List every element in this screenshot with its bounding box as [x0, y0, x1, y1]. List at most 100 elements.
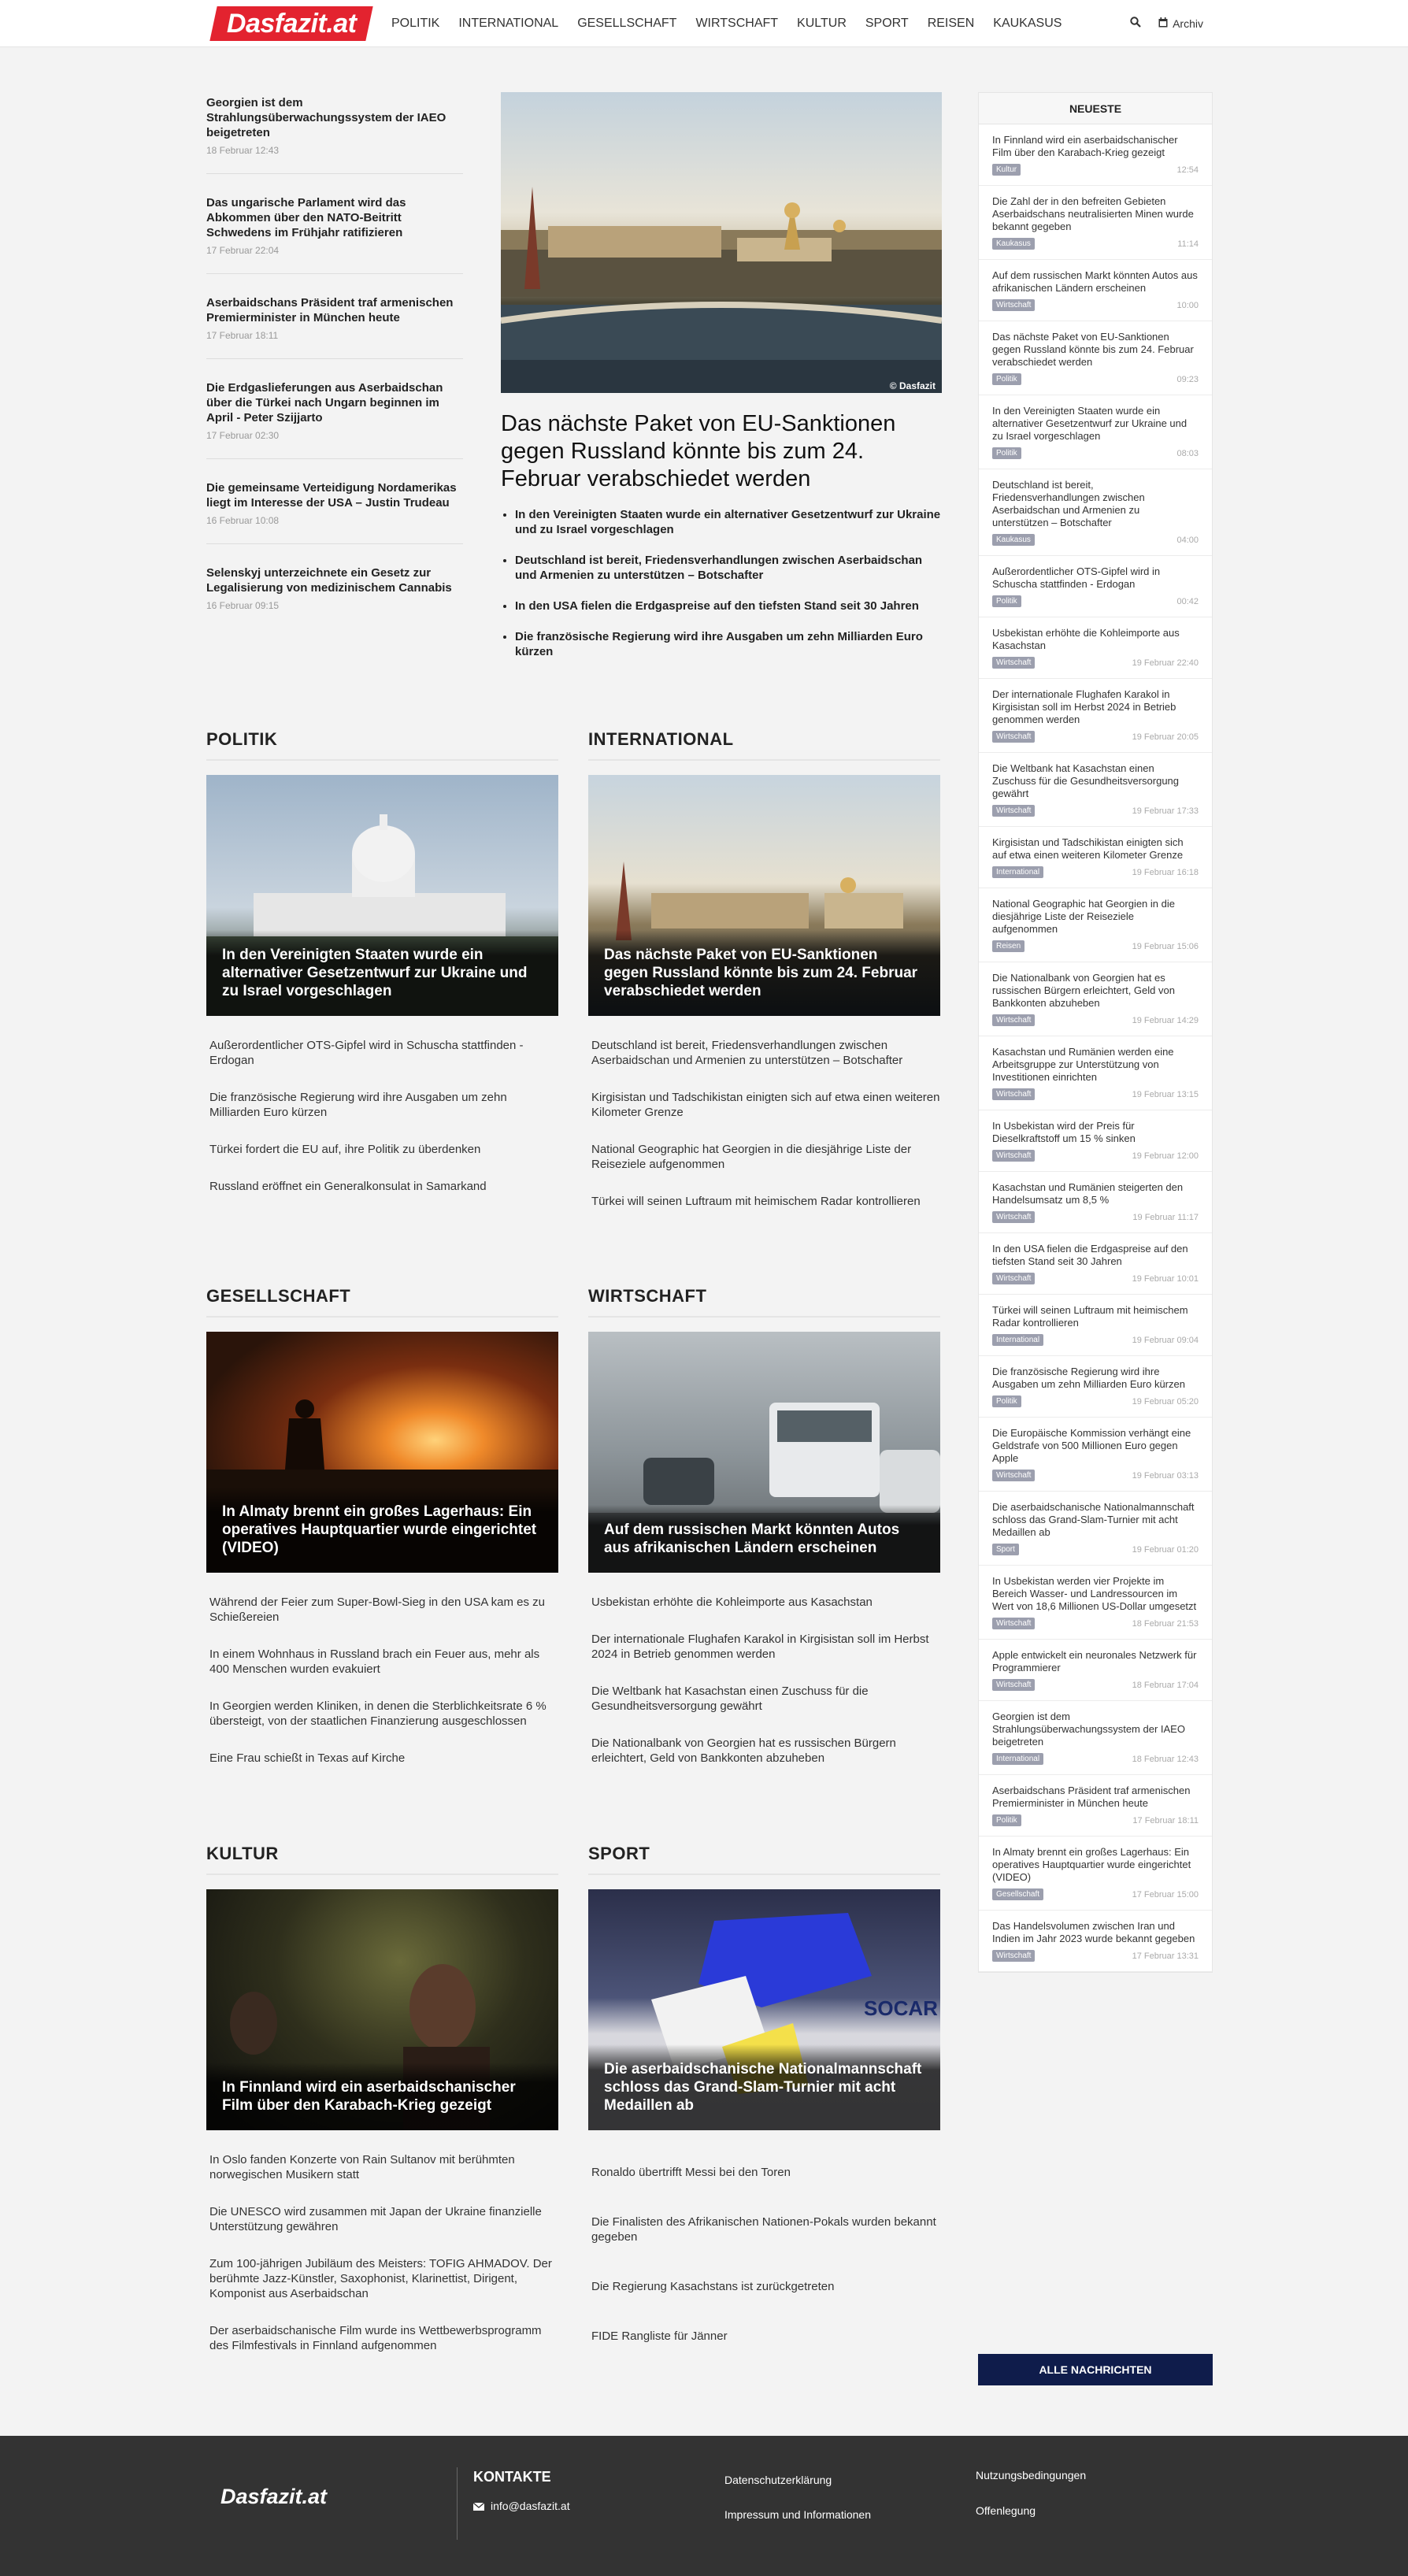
category-badge[interactable]: Wirtschaft [992, 805, 1036, 817]
list-item[interactable]: Die Erdgaslieferungen aus Aserbaidschan … [206, 376, 463, 459]
sidebar-news-item[interactable]: Die aserbaidschanische Nationalmannschaf… [979, 1492, 1212, 1566]
category-badge[interactable]: Wirtschaft [992, 1273, 1036, 1284]
category-badge[interactable]: Reisen [992, 940, 1025, 952]
list-item[interactable]: Georgien ist dem Strahlungsüberwachungss… [206, 91, 463, 174]
sidebar-news-title[interactable]: In Usbekistan wird der Preis für Dieselk… [992, 1120, 1199, 1145]
sidebar-news-item[interactable]: Die Nationalbank von Georgien hat es rus… [979, 962, 1212, 1036]
category-headline[interactable]: Die aserbaidschanische Nationalmannschaf… [604, 2060, 924, 2115]
sidebar-news-title[interactable]: Apple entwickelt ein neuronales Netzwerk… [992, 1649, 1199, 1674]
category-badge[interactable]: International [992, 1753, 1044, 1765]
category-image[interactable]: Das nächste Paket von EU-Sanktionen gege… [588, 775, 940, 1016]
category-image[interactable]: SOCAR Die aserbaidschanische Nationalman… [588, 1889, 940, 2130]
list-item[interactable]: Der aserbaidschanische Film wurde ins We… [209, 2323, 558, 2353]
sidebar-news-title[interactable]: Auf dem russischen Markt könnten Autos a… [992, 269, 1199, 295]
category-badge[interactable]: Kaukasus [992, 238, 1035, 250]
sidebar-news-item[interactable]: Kasachstan und Rumänien werden eine Arbe… [979, 1036, 1212, 1110]
link-impressum[interactable]: Impressum und Informationen [724, 2508, 871, 2521]
related-item[interactable]: Die französische Regierung wird ihre Aus… [515, 629, 942, 659]
list-item[interactable]: Usbekistan erhöhte die Kohleimporte aus … [591, 1595, 940, 1610]
list-item[interactable]: In Georgien werden Kliniken, in denen di… [209, 1699, 558, 1729]
list-item[interactable]: In einem Wohnhaus in Russland brach ein … [209, 1647, 558, 1677]
nav-gesellschaft[interactable]: GESELLSCHAFT [577, 17, 676, 31]
sidebar-news-item[interactable]: National Geographic hat Georgien in die … [979, 888, 1212, 962]
category-badge[interactable]: International [992, 1334, 1044, 1346]
list-item[interactable]: Die gemeinsame Verteidigung Nordamerikas… [206, 476, 463, 544]
sidebar-news-item[interactable]: Türkei will seinen Luftraum mit heimisch… [979, 1295, 1212, 1356]
sidebar-news-title[interactable]: Das Handelsvolumen zwischen Iran und Ind… [992, 1920, 1199, 1945]
list-item[interactable]: Russland eröffnet ein Generalkonsulat in… [209, 1179, 558, 1194]
category-badge[interactable]: Wirtschaft [992, 1150, 1036, 1162]
list-item[interactable]: National Geographic hat Georgien in die … [591, 1142, 940, 1172]
list-item[interactable]: Die Nationalbank von Georgien hat es rus… [591, 1736, 940, 1766]
sidebar-news-title[interactable]: In den USA fielen die Erdgaspreise auf d… [992, 1243, 1199, 1268]
list-item[interactable]: Die Regierung Kasachstans ist zurückgetr… [591, 2279, 940, 2294]
sidebar-news-item[interactable]: Usbekistan erhöhte die Kohleimporte aus … [979, 617, 1212, 679]
sidebar-news-title[interactable]: Deutschland ist bereit, Friedensverhandl… [992, 479, 1199, 529]
related-item[interactable]: Deutschland ist bereit, Friedensverhandl… [515, 553, 942, 583]
list-item[interactable]: Ronaldo übertrifft Messi bei den Toren [591, 2165, 940, 2180]
category-badge[interactable]: Politik [992, 373, 1021, 385]
sidebar-news-item[interactable]: Kasachstan und Rumänien steigerten den H… [979, 1172, 1212, 1233]
list-item[interactable]: Eine Frau schießt in Texas auf Kirche [209, 1751, 558, 1766]
category-badge[interactable]: Kaukasus [992, 534, 1035, 546]
list-item[interactable]: Türkei fordert die EU auf, ihre Politik … [209, 1142, 558, 1157]
sidebar-news-title[interactable]: Kasachstan und Rumänien steigerten den H… [992, 1181, 1199, 1206]
category-badge[interactable]: Wirtschaft [992, 1618, 1036, 1629]
category-headline[interactable]: Auf dem russischen Markt könnten Autos a… [604, 1521, 924, 1557]
related-item[interactable]: In den USA fielen die Erdgaspreise auf d… [515, 599, 942, 613]
category-title[interactable]: WIRTSCHAFT [588, 1286, 940, 1318]
category-badge[interactable]: Wirtschaft [992, 657, 1036, 669]
nav-sport[interactable]: SPORT [865, 17, 909, 31]
sidebar-news-item[interactable]: Die Europäische Kommission verhängt eine… [979, 1418, 1212, 1492]
category-badge[interactable]: Sport [992, 1544, 1019, 1555]
category-headline[interactable]: Das nächste Paket von EU-Sanktionen gege… [604, 946, 924, 1000]
sidebar-news-title[interactable]: Das nächste Paket von EU-Sanktionen gege… [992, 331, 1199, 369]
list-item[interactable]: Zum 100-jährigen Jubiläum des Meisters: … [209, 2256, 558, 2301]
category-badge[interactable]: Wirtschaft [992, 1014, 1036, 1026]
category-badge[interactable]: Wirtschaft [992, 1211, 1036, 1223]
related-item[interactable]: In den Vereinigten Staaten wurde ein alt… [515, 507, 942, 537]
category-title[interactable]: POLITIK [206, 729, 558, 761]
list-item[interactable]: Die Weltbank hat Kasachstan einen Zuschu… [591, 1684, 940, 1714]
news-title[interactable]: Georgien ist dem Strahlungsüberwachungss… [206, 95, 463, 140]
category-title[interactable]: KULTUR [206, 1844, 558, 1875]
link-offenlegung[interactable]: Offenlegung [976, 2504, 1036, 2517]
footer-logo[interactable]: Dasfazit.at [220, 2485, 327, 2509]
sidebar-news-item[interactable]: In Usbekistan wird der Preis für Dieselk… [979, 1110, 1212, 1172]
category-badge[interactable]: Politik [992, 1814, 1021, 1826]
list-item[interactable]: Aserbaidschans Präsident traf armenische… [206, 291, 463, 359]
category-badge[interactable]: Wirtschaft [992, 299, 1036, 311]
sidebar-news-title[interactable]: Aserbaidschans Präsident traf armenische… [992, 1785, 1199, 1810]
sidebar-news-item[interactable]: Auf dem russischen Markt könnten Autos a… [979, 260, 1212, 321]
news-title[interactable]: Die gemeinsame Verteidigung Nordamerikas… [206, 480, 463, 510]
sidebar-news-item[interactable]: In den Vereinigten Staaten wurde ein alt… [979, 395, 1212, 469]
sidebar-news-title[interactable]: Die Zahl der in den befreiten Gebieten A… [992, 195, 1199, 233]
category-badge[interactable]: Gesellschaft [992, 1888, 1044, 1900]
list-item[interactable]: Das ungarische Parlament wird das Abkomm… [206, 191, 463, 274]
sidebar-news-item[interactable]: Der internationale Flughafen Karakol in … [979, 679, 1212, 753]
featured-image[interactable]: © Dasfazit [501, 92, 942, 393]
category-headline[interactable]: In Finnland wird ein aserbaidschanischer… [222, 2078, 543, 2115]
sidebar-news-title[interactable]: Die Europäische Kommission verhängt eine… [992, 1427, 1199, 1465]
category-badge[interactable]: Wirtschaft [992, 731, 1036, 743]
category-headline[interactable]: In den Vereinigten Staaten wurde ein alt… [222, 946, 543, 1000]
sidebar-news-title[interactable]: In Usbekistan werden vier Projekte im Be… [992, 1575, 1199, 1613]
nav-politik[interactable]: POLITIK [391, 17, 439, 31]
site-logo[interactable]: Dasfazit.at [209, 6, 373, 41]
list-item[interactable]: Deutschland ist bereit, Friedensverhandl… [591, 1038, 940, 1068]
sidebar-news-title[interactable]: In den Vereinigten Staaten wurde ein alt… [992, 405, 1199, 443]
category-badge[interactable]: Wirtschaft [992, 1470, 1036, 1481]
sidebar-news-title[interactable]: Kirgisistan und Tadschikistan einigten s… [992, 836, 1199, 862]
sidebar-news-item[interactable]: Das Handelsvolumen zwischen Iran und Ind… [979, 1911, 1212, 1972]
category-title[interactable]: INTERNATIONAL [588, 729, 940, 761]
list-item[interactable]: Selenskyj unterzeichnete ein Gesetz zur … [206, 562, 463, 628]
list-item[interactable]: Die UNESCO wird zusammen mit Japan der U… [209, 2204, 558, 2234]
sidebar-news-item[interactable]: Das nächste Paket von EU-Sanktionen gege… [979, 321, 1212, 395]
sidebar-news-item[interactable]: Die Zahl der in den befreiten Gebieten A… [979, 186, 1212, 260]
link-nutzungsbedingungen[interactable]: Nutzungsbedingungen [976, 2469, 1086, 2481]
list-item[interactable]: Außerordentlicher OTS-Gipfel wird in Sch… [209, 1038, 558, 1068]
sidebar-news-title[interactable]: Usbekistan erhöhte die Kohleimporte aus … [992, 627, 1199, 652]
sidebar-news-item[interactable]: Die Weltbank hat Kasachstan einen Zuschu… [979, 753, 1212, 827]
link-datenschutz[interactable]: Datenschutzerklärung [724, 2474, 832, 2486]
sidebar-news-item[interactable]: In Usbekistan werden vier Projekte im Be… [979, 1566, 1212, 1640]
